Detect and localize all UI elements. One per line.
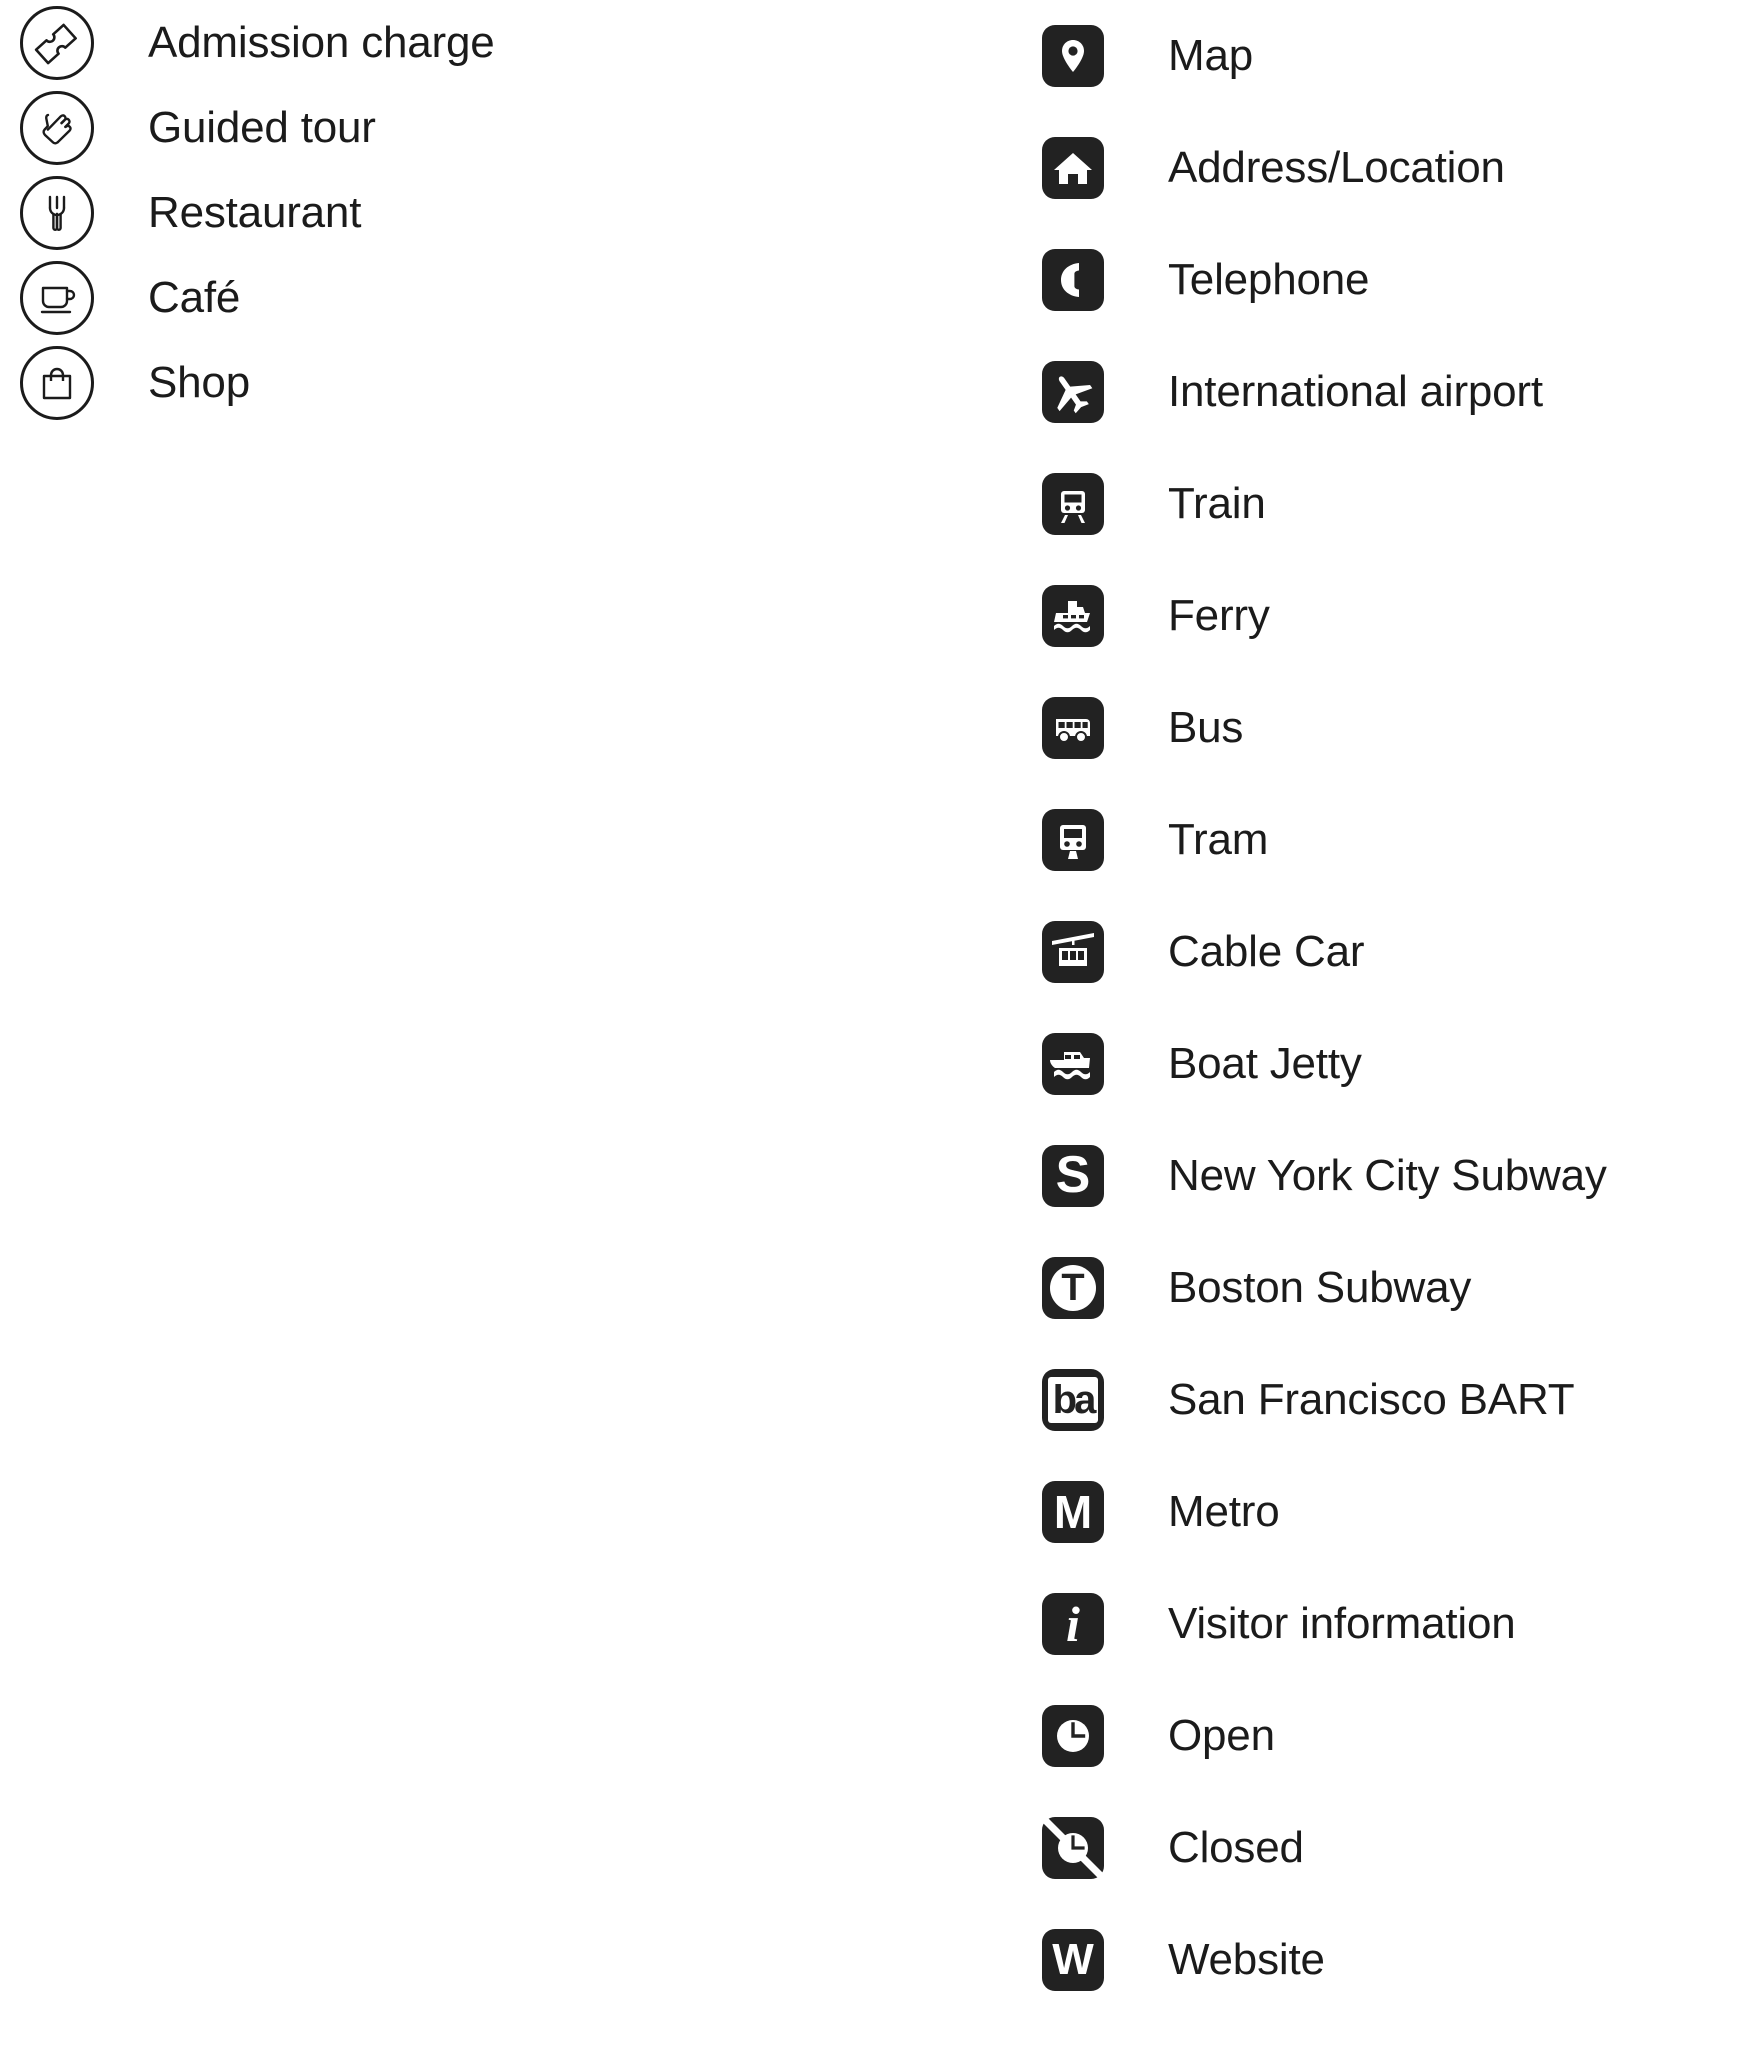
letter-m-glyph: M: [1053, 1486, 1093, 1538]
legend-item-label: Cable Car: [1168, 927, 1365, 976]
legend-item: Tram: [1020, 784, 1751, 896]
legend-item-label: San Francisco BART: [1168, 1375, 1575, 1424]
legend-item: Train: [1020, 448, 1751, 560]
legend-item-label: Admission charge: [148, 17, 495, 67]
legend-item-label: New York City Subway: [1168, 1151, 1607, 1200]
legend-item: i Visitor information: [1020, 1568, 1751, 1680]
legend-item: Guided tour: [0, 85, 760, 170]
telephone-icon: [1042, 249, 1104, 311]
legend-item-label: Shop: [148, 357, 250, 407]
legend-item: Boat Jetty: [1020, 1008, 1751, 1120]
legend-item-label: Boat Jetty: [1168, 1039, 1362, 1088]
information-i-glyph: i: [1066, 1596, 1080, 1652]
legend-item-label: Telephone: [1168, 255, 1370, 304]
legend-column-amenities: Admission charge Guided tour Restaurant …: [0, 0, 760, 425]
shopping-bag-icon: [20, 345, 94, 420]
legend-item-label: Café: [148, 272, 241, 322]
tram-icon: [1042, 809, 1104, 871]
legend-item-label: Closed: [1168, 1823, 1304, 1872]
legend-item: Closed: [1020, 1792, 1751, 1904]
clock-icon: [1042, 1705, 1104, 1767]
legend-item: Restaurant: [0, 170, 760, 255]
legend-item-label: Website: [1168, 1935, 1325, 1984]
legend-item-label: Restaurant: [148, 187, 362, 237]
map-pin-icon: [1042, 25, 1104, 87]
train-icon: [1042, 473, 1104, 535]
legend-item: ba San Francisco BART: [1020, 1344, 1751, 1456]
pointing-hand-icon: [20, 90, 94, 165]
legend-item-label: Bus: [1168, 703, 1244, 752]
letter-w-glyph: W: [1052, 1935, 1094, 1984]
legend-item: Cable Car: [1020, 896, 1751, 1008]
legend-item-label: International airport: [1168, 367, 1543, 416]
fork-icon: [20, 175, 94, 250]
legend-item-label: Boston Subway: [1168, 1263, 1472, 1312]
legend-item: International airport: [1020, 336, 1751, 448]
legend-item-label: Tram: [1168, 815, 1269, 864]
legend-item-label: Train: [1168, 479, 1266, 528]
airplane-icon: [1042, 361, 1104, 423]
letter-s-glyph: S: [1055, 1146, 1091, 1204]
letter-s-icon: S: [1042, 1145, 1104, 1207]
ticket-icon: [20, 5, 94, 80]
bart-ba-icon: ba: [1042, 1369, 1104, 1431]
cable-car-icon: [1042, 921, 1104, 983]
letter-t-disc: T: [1050, 1265, 1096, 1311]
map-legend: Admission charge Guided tour Restaurant …: [0, 0, 1751, 2048]
bart-ba-plate: ba: [1047, 1377, 1099, 1423]
boat-jetty-icon: [1042, 1033, 1104, 1095]
legend-item-label: Visitor information: [1168, 1599, 1516, 1648]
legend-item-label: Address/Location: [1168, 143, 1505, 192]
legend-item: Open: [1020, 1680, 1751, 1792]
legend-item: Shop: [0, 340, 760, 425]
legend-item: M Metro: [1020, 1456, 1751, 1568]
ferry-icon: [1042, 585, 1104, 647]
information-i-icon: i: [1042, 1593, 1104, 1655]
letter-t-circle-icon: T: [1042, 1257, 1104, 1319]
house-icon: [1042, 137, 1104, 199]
legend-item: Bus: [1020, 672, 1751, 784]
legend-item-label: Map: [1168, 31, 1253, 80]
legend-item-label: Metro: [1168, 1487, 1280, 1536]
legend-item: W Website: [1020, 1904, 1751, 2016]
bus-icon: [1042, 697, 1104, 759]
legend-item-label: Open: [1168, 1711, 1275, 1760]
legend-item: T Boston Subway: [1020, 1232, 1751, 1344]
legend-item-label: Ferry: [1168, 591, 1270, 640]
coffee-cup-icon: [20, 260, 94, 335]
legend-column-transport: Map Address/Location Telephone Internati…: [1020, 0, 1751, 2016]
legend-item: Address/Location: [1020, 112, 1751, 224]
legend-item: Café: [0, 255, 760, 340]
legend-item: S New York City Subway: [1020, 1120, 1751, 1232]
legend-item-label: Guided tour: [148, 102, 376, 152]
legend-item: Telephone: [1020, 224, 1751, 336]
letter-w-icon: W: [1042, 1929, 1104, 1991]
letter-m-icon: M: [1042, 1481, 1104, 1543]
clock-crossed-icon: [1042, 1817, 1104, 1879]
bart-ba-glyph: ba: [1052, 1378, 1097, 1422]
legend-item: Ferry: [1020, 560, 1751, 672]
legend-item: Admission charge: [0, 0, 760, 85]
letter-t-glyph: T: [1061, 1267, 1085, 1309]
legend-item: Map: [1020, 0, 1751, 112]
